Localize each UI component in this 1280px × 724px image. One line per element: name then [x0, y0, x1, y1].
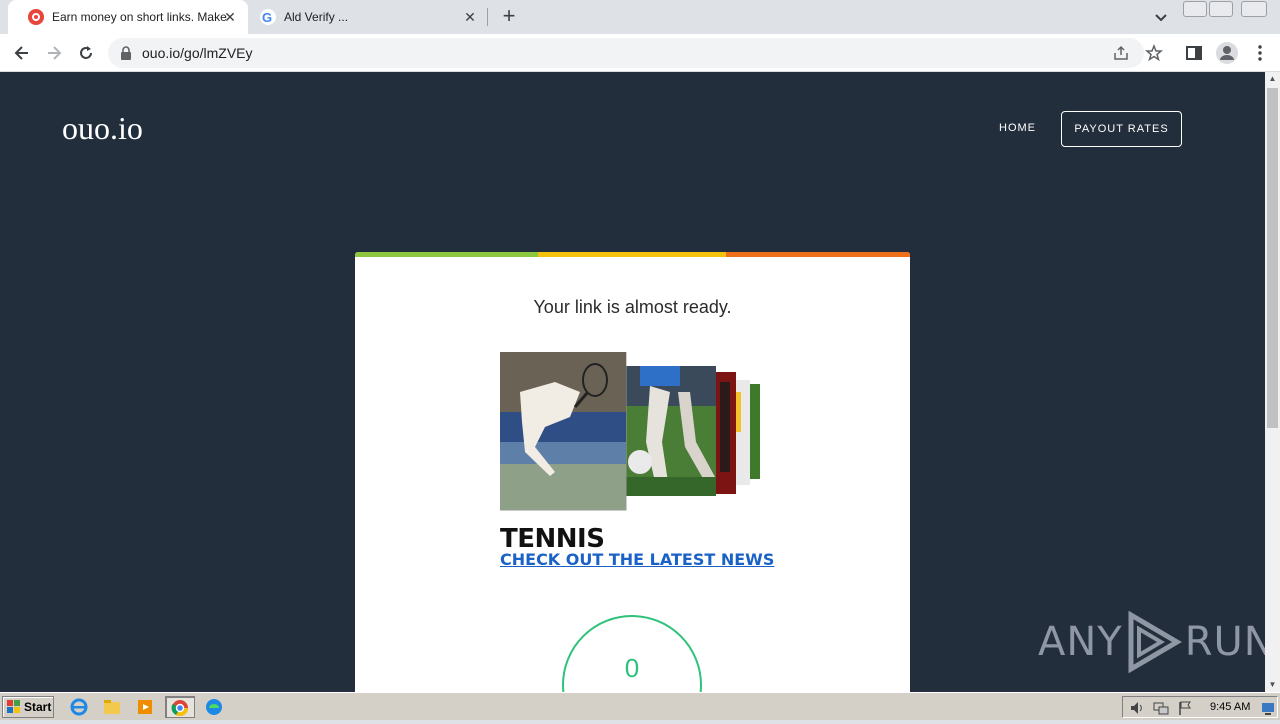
tab-ald-verify[interactable]: G Ald Verify ... ✕ [248, 0, 488, 34]
color-stripes [355, 252, 910, 257]
site-logo[interactable]: ouo.io [62, 110, 143, 147]
reload-icon[interactable] [76, 43, 96, 63]
link-card: Your link is almost ready. TENNIS CHECK … [355, 252, 910, 692]
windows-taskbar: Start 9:45 AM [0, 692, 1280, 720]
ad-news-link[interactable]: CHECK OUT THE LATEST NEWS [500, 550, 774, 569]
scroll-up-arrow-icon[interactable]: ▲ [1265, 72, 1280, 86]
file-explorer-icon[interactable] [101, 696, 127, 718]
tab-ouo[interactable]: Earn money on short links. Make sho ✕ [8, 0, 248, 34]
page-content: ouo.io HOME PAYOUT RATES Your link is al… [0, 72, 1265, 692]
nav-home-link[interactable]: HOME [999, 122, 1036, 134]
restore-window-icon[interactable] [1209, 1, 1233, 17]
watermark-text-run: RUN [1184, 619, 1265, 665]
close-tab-icon[interactable]: ✕ [462, 9, 478, 25]
play-logo-icon [1128, 611, 1182, 673]
side-panel-icon[interactable] [1184, 43, 1204, 63]
network-icon[interactable] [1153, 700, 1169, 721]
close-tab-icon[interactable]: ✕ [222, 9, 238, 25]
google-favicon-icon: G [260, 9, 276, 25]
lock-icon[interactable] [120, 46, 132, 65]
stripe-yellow [538, 252, 726, 257]
scroll-thumb[interactable] [1267, 88, 1278, 428]
back-icon[interactable] [12, 43, 32, 63]
stripe-green [355, 252, 538, 257]
start-label: Start [24, 700, 52, 714]
watermark-text-any: ANY [1038, 619, 1123, 665]
countdown-timer: 0 [562, 615, 702, 692]
anyrun-watermark: ANY RUN [1038, 609, 1265, 675]
media-player-icon[interactable] [134, 696, 160, 718]
link-ready-heading: Your link is almost ready. [533, 297, 732, 317]
windows-logo-icon [7, 700, 20, 713]
internet-explorer-icon[interactable] [68, 696, 94, 718]
start-button[interactable]: Start [2, 696, 54, 718]
url-text[interactable]: ouo.io/go/lmZVEy [142, 45, 253, 61]
browser-toolbar: ouo.io/go/lmZVEy [0, 34, 1280, 72]
svg-text:G: G [262, 10, 272, 25]
profile-avatar-icon[interactable] [1215, 41, 1239, 65]
forward-icon[interactable] [44, 43, 64, 63]
action-center-flag-icon[interactable] [1177, 700, 1193, 721]
address-bar[interactable]: ouo.io/go/lmZVEy [108, 38, 1163, 68]
menu-kebab-icon[interactable] [1250, 43, 1270, 63]
close-window-icon[interactable] [1241, 1, 1267, 17]
system-tray: 9:45 AM [1122, 696, 1278, 718]
share-icon[interactable] [1113, 45, 1129, 66]
minimize-window-icon[interactable] [1183, 1, 1207, 17]
scroll-down-arrow-icon[interactable]: ▼ [1265, 678, 1280, 692]
ouo-favicon-icon [28, 9, 44, 25]
edge-browser-icon[interactable] [203, 696, 229, 718]
chrome-taskbar-icon[interactable] [165, 696, 195, 718]
new-tab-icon[interactable]: + [498, 5, 520, 28]
bookmark-star-icon[interactable] [1145, 43, 1163, 67]
taskbar-clock[interactable]: 9:45 AM [1210, 701, 1250, 713]
sports-ad-image[interactable] [499, 351, 765, 512]
show-desktop-icon[interactable] [1261, 701, 1275, 720]
vertical-scrollbar[interactable]: ▲ ▼ [1265, 72, 1280, 692]
countdown-value: 0 [624, 653, 640, 683]
nav-payout-rates-button[interactable]: PAYOUT RATES [1061, 111, 1182, 147]
tab-search-chevron-icon[interactable] [1152, 8, 1170, 26]
tab-title: Earn money on short links. Make sho [52, 10, 228, 24]
volume-icon[interactable] [1129, 700, 1145, 721]
tab-strip: Earn money on short links. Make sho ✕ G … [0, 0, 1280, 34]
tab-separator [487, 8, 488, 26]
stripe-orange [726, 252, 910, 257]
tab-title: Ald Verify ... [284, 10, 349, 24]
